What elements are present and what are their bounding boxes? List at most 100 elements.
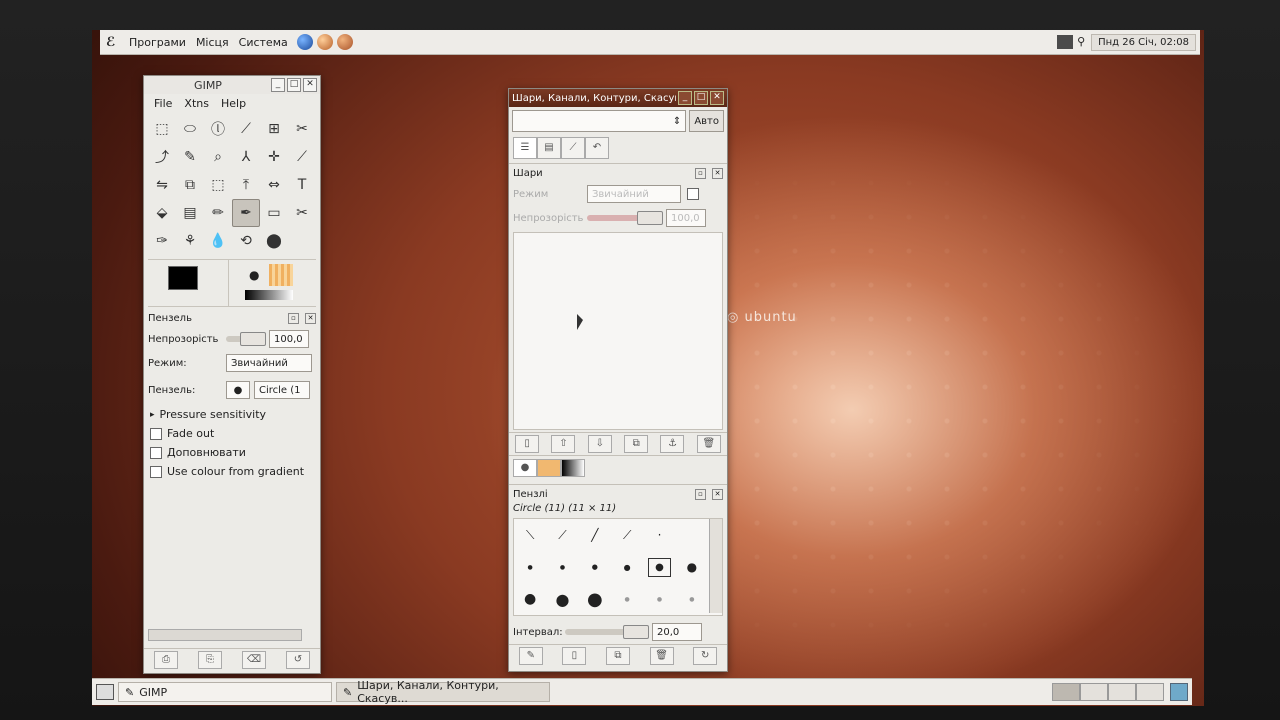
menu-programs[interactable]: Програми [124, 36, 191, 49]
brush-item-selected[interactable]: ● [648, 557, 671, 577]
duplicate-layer-button[interactable]: ⧉ [624, 435, 649, 453]
task-layers-dialog[interactable]: ✎ Шари, Канали, Контури, Скасув... [336, 679, 550, 705]
rotate-tool-icon[interactable]: ⬚ [204, 171, 232, 199]
brush-item[interactable]: ⟋ [558, 528, 566, 543]
restore-options-button[interactable]: ⎘ [198, 651, 222, 669]
horizontal-scrollbar[interactable] [148, 629, 302, 641]
scissors-tool-icon[interactable]: ✂ [288, 115, 316, 143]
workspace-2[interactable] [1080, 683, 1108, 701]
fade-out-checkbox[interactable]: Fade out [144, 424, 320, 443]
ellipse-select-tool-icon[interactable]: ⬭ [176, 115, 204, 143]
dock-menu-icon[interactable]: ▫ [288, 312, 299, 324]
incremental-box[interactable] [150, 446, 162, 459]
layer-mode-select[interactable]: Звичайний [587, 185, 681, 203]
delete-brush-button[interactable]: 🗑 [649, 647, 674, 665]
raise-layer-button[interactable]: ⇧ [551, 435, 576, 453]
edit-brush-button[interactable]: ✎ [518, 647, 543, 665]
active-gradient-preview[interactable] [245, 290, 293, 300]
active-brush-preview[interactable]: ● [249, 268, 263, 282]
smudge-tool-icon[interactable]: ⟲ [232, 227, 260, 255]
perspective-tool-icon[interactable]: ⤒ [232, 171, 260, 199]
incremental-checkbox[interactable]: Доповнювати [144, 443, 320, 462]
delete-options-button[interactable]: ⌫ [242, 651, 266, 669]
brush-name[interactable]: Circle (1 [254, 381, 310, 399]
dock-close-icon[interactable]: ✕ [305, 312, 316, 324]
tab-layers-icon[interactable]: ☰ [513, 137, 537, 159]
interval-value[interactable]: 20,0 [652, 623, 702, 641]
menu-system[interactable]: Система [234, 36, 293, 49]
tab-channels-icon[interactable]: ▤ [537, 137, 561, 159]
brush-item[interactable]: ● [560, 564, 565, 571]
help-launcher-icon[interactable] [336, 34, 353, 50]
brush-item[interactable]: ● [587, 589, 603, 610]
minimize-icon[interactable]: _ [271, 78, 285, 92]
brush-item[interactable]: ⟋ [623, 528, 631, 543]
move-tool-icon[interactable]: ✛ [260, 143, 288, 171]
layers-titlebar[interactable]: Шари, Канали, Контури, Скасув _ □ ✕ [509, 89, 727, 107]
brush-item[interactable]: ● [687, 560, 697, 574]
show-desktop-icon[interactable] [96, 684, 114, 700]
save-options-button[interactable]: ⎙ [154, 651, 178, 669]
reset-options-button[interactable]: ↺ [286, 651, 310, 669]
zoom-tool-icon[interactable]: ⌕ [204, 143, 232, 171]
bucket-fill-tool-icon[interactable]: ⬙ [148, 199, 176, 227]
network-icon[interactable] [1057, 35, 1074, 49]
layer-opacity-value[interactable]: 100,0 [666, 209, 706, 227]
task-gimp[interactable]: ✎ GIMP [118, 682, 332, 702]
menu-help[interactable]: Help [215, 96, 252, 111]
layer-opacity-slider[interactable] [587, 211, 663, 225]
brush-item[interactable]: ● [689, 596, 694, 603]
lasso-tool-icon[interactable]: ⓛ [204, 115, 232, 143]
browser-launcher-icon[interactable] [296, 34, 313, 50]
workspace-4[interactable] [1136, 683, 1164, 701]
text-tool-icon[interactable]: T [288, 171, 316, 199]
opacity-slider[interactable] [226, 332, 266, 346]
maximize-icon[interactable]: □ [694, 91, 708, 105]
brush-item[interactable]: ● [556, 590, 570, 609]
menu-file[interactable]: File [148, 96, 178, 111]
brush-item[interactable]: ● [625, 596, 630, 603]
dock-menu-icon[interactable]: ▫ [695, 488, 706, 500]
ink-tool-icon[interactable]: ✑ [148, 227, 176, 255]
menu-places[interactable]: Місця [191, 36, 234, 49]
fade-out-box[interactable] [150, 427, 162, 440]
anchor-layer-button[interactable]: ⚓ [660, 435, 685, 453]
opacity-value[interactable]: 100,0 [269, 330, 309, 348]
gradient-color-checkbox[interactable]: Use colour from gradient [144, 462, 320, 481]
new-brush-button[interactable]: ▯ [562, 647, 587, 665]
flip-tool-icon[interactable]: ⇔ [260, 171, 288, 199]
maximize-icon[interactable]: □ [287, 78, 301, 92]
blur-tool-icon[interactable]: 💧 [204, 227, 232, 255]
workspace-3[interactable] [1108, 683, 1136, 701]
dock-close-icon[interactable]: ✕ [712, 167, 723, 179]
brush-item[interactable]: ● [592, 563, 598, 571]
delete-layer-button[interactable]: 🗑 [696, 435, 721, 453]
lock-alpha-checkbox[interactable] [687, 188, 699, 200]
paths-tool-icon[interactable]: ⤴ [148, 143, 176, 171]
close-icon[interactable]: ✕ [710, 91, 724, 105]
fg-bg-colors[interactable] [148, 260, 228, 306]
brush-item[interactable]: ● [624, 563, 631, 572]
brushes-grid[interactable]: ⟍ ⟋ ╱ ⟋ · ● ● ● ● ● ● ● ● ● ● ● ● [513, 518, 723, 616]
brush-preview-button[interactable]: ● [226, 381, 250, 399]
brushes-scrollbar[interactable] [709, 519, 722, 613]
tab-gradients-icon[interactable] [561, 459, 585, 477]
dock-menu-icon[interactable]: ▫ [695, 167, 706, 179]
tab-paths-icon[interactable]: ⟋ [561, 137, 585, 159]
layers-list[interactable] [513, 232, 723, 430]
trash-icon[interactable] [1170, 683, 1188, 701]
brush-item[interactable]: ● [657, 596, 662, 603]
menu-xtns[interactable]: Xtns [178, 96, 215, 111]
transform-tool-icon[interactable]: ⇋ [148, 171, 176, 199]
refresh-brushes-button[interactable]: ↻ [693, 647, 718, 665]
crop-tool-icon[interactable]: ⧉ [176, 171, 204, 199]
close-icon[interactable]: ✕ [303, 78, 317, 92]
tab-undo-icon[interactable]: ↶ [585, 137, 609, 159]
eraser-tool-icon[interactable]: ▭ [260, 199, 288, 227]
tab-brushes-icon[interactable]: ● [513, 459, 537, 477]
gradient-color-box[interactable] [150, 465, 162, 478]
gradient-tool-icon[interactable]: ▤ [176, 199, 204, 227]
duplicate-brush-button[interactable]: ⧉ [605, 647, 630, 665]
foreground-color-swatch[interactable] [168, 266, 198, 290]
color-select-tool-icon[interactable]: ⊞ [260, 115, 288, 143]
